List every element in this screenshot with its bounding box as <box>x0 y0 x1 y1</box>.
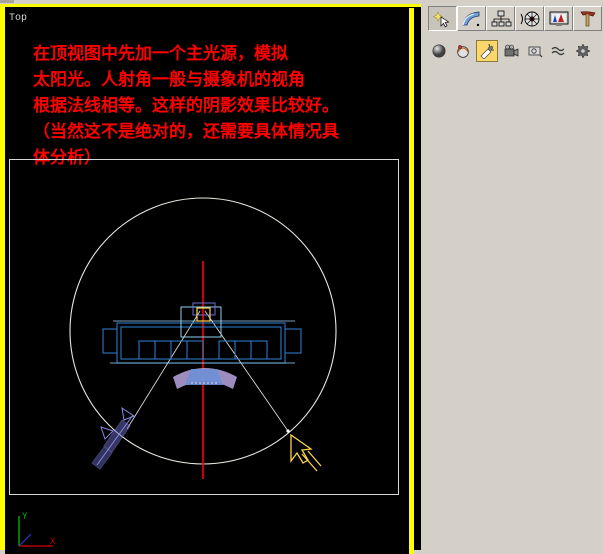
tab-create[interactable] <box>428 6 457 31</box>
light-icon <box>480 43 494 59</box>
category-cameras[interactable] <box>500 40 522 62</box>
viewport-frame: Top 在顶视图中先加一个主光源，模拟 太阳光。人射角一般与摄象机的视角 根据法… <box>0 4 421 554</box>
space-warps-icon <box>551 46 565 56</box>
modify-curve-icon <box>461 11 479 26</box>
object-category-row <box>428 38 603 64</box>
systems-icon <box>575 43 591 59</box>
tab-modify[interactable] <box>457 6 486 31</box>
sphere-icon <box>432 44 446 58</box>
camera-icon <box>504 44 519 57</box>
toolbar-nub <box>0 0 14 3</box>
axis-tripod: Y X <box>18 512 56 547</box>
scene-wireframe <box>69 197 337 479</box>
max-window: Top 在顶视图中先加一个主光源，模拟 太阳光。人射角一般与摄象机的视角 根据法… <box>0 0 603 554</box>
tab-hierarchy[interactable] <box>486 6 515 31</box>
tab-motion[interactable] <box>515 6 544 31</box>
category-helpers[interactable] <box>524 40 546 62</box>
hierarchy-tree-icon <box>491 10 511 26</box>
utilities-hammer-icon <box>579 10 596 26</box>
tab-display[interactable] <box>544 6 573 31</box>
viewport-top[interactable]: Top 在顶视图中先加一个主光源，模拟 太阳光。人射角一般与摄象机的视角 根据法… <box>5 11 409 554</box>
axis-y-label: Y <box>22 512 28 522</box>
command-panel-tabs <box>428 6 603 32</box>
category-geometry[interactable] <box>428 40 450 62</box>
create-star-icon <box>432 10 450 27</box>
category-space-warps[interactable] <box>548 40 570 62</box>
category-lights[interactable] <box>476 40 498 62</box>
command-panel: Standard - Object Type AutoGrid arget Sp… <box>421 0 603 550</box>
motion-wheel-icon <box>520 11 539 26</box>
helpers-icon <box>528 46 543 58</box>
category-systems[interactable] <box>572 40 594 62</box>
display-monitor-icon <box>549 11 568 26</box>
viewport-active-border-right <box>409 8 414 554</box>
axis-x-label: X <box>50 537 56 547</box>
shapes-icon <box>457 45 469 58</box>
category-shapes[interactable] <box>452 40 474 62</box>
tab-utilities[interactable] <box>573 6 602 31</box>
